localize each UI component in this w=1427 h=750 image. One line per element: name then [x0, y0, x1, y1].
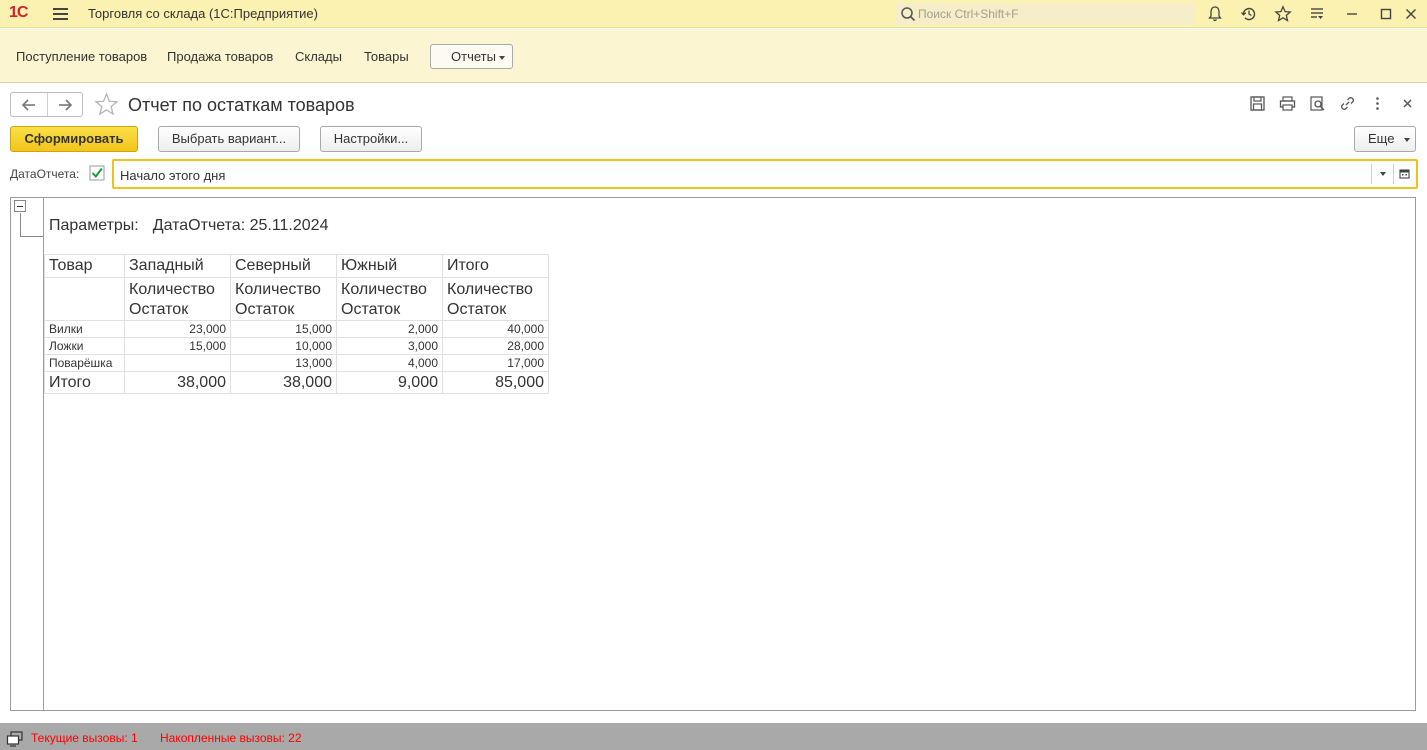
row-value: 4,000 — [336, 354, 443, 372]
navigation-buttons — [10, 92, 83, 117]
table-measure-row: Количество Остаток Количество Остаток Коли… — [44, 277, 549, 321]
search-placeholder: Поиск Ctrl+Shift+F — [918, 7, 1019, 21]
current-calls-status: Текущие вызовы: 1 — [31, 731, 138, 745]
measure-header: Количество Остаток — [124, 277, 231, 321]
report-date-checkbox[interactable] — [89, 165, 105, 181]
total-value: 9,000 — [336, 371, 443, 394]
report-date-label: ДатаОтчета: — [10, 167, 80, 181]
table-row: Ложки 15,000 10,000 3,000 28,000 — [44, 337, 549, 355]
row-value: 17,000 — [442, 354, 549, 372]
table-row: Поварёшка 13,000 4,000 17,000 — [44, 354, 549, 372]
row-value: 40,000 — [442, 320, 549, 338]
menu-item-goods[interactable]: Товары — [364, 49, 409, 64]
chevron-down-icon — [1404, 138, 1410, 142]
main-menu-icon[interactable] — [53, 8, 68, 20]
settings-button[interactable]: Настройки... — [320, 126, 422, 152]
form-title: Отчет по остаткам товаров — [128, 95, 355, 115]
measure-header: Количество Остаток — [442, 277, 549, 321]
save-icon[interactable] — [1249, 95, 1266, 112]
close-form-icon[interactable] — [1399, 95, 1416, 112]
bell-icon[interactable] — [1206, 5, 1224, 23]
row-value: 13,000 — [230, 354, 337, 372]
report-date-field[interactable]: Начало этого дня — [112, 159, 1418, 189]
minimize-icon[interactable] — [1343, 5, 1361, 23]
menu-item-goods-receipt[interactable]: Поступление товаров — [16, 49, 147, 64]
forward-arrow-icon[interactable] — [57, 98, 73, 112]
header-warehouse-south: Южный — [336, 254, 443, 278]
row-value: 23,000 — [124, 320, 231, 338]
favorites-star-icon[interactable] — [1274, 5, 1292, 23]
row-value: 2,000 — [336, 320, 443, 338]
table-header-row: Товар Западный Северный Южный Итого — [44, 254, 549, 278]
report-date-value: Начало этого дня — [120, 168, 226, 183]
more-button[interactable]: Еще — [1354, 126, 1416, 152]
row-value: 3,000 — [336, 337, 443, 355]
params-label: Параметры: — [49, 217, 139, 234]
close-window-icon[interactable] — [1402, 5, 1420, 23]
more-actions-icon[interactable] — [1369, 95, 1386, 112]
table-row: Вилки 23,000 15,000 2,000 40,000 — [44, 320, 549, 338]
header-product: Товар — [44, 254, 125, 278]
print-icon[interactable] — [1279, 95, 1296, 112]
row-product-name: Вилки — [44, 320, 125, 338]
search-field[interactable]: Поиск Ctrl+Shift+F — [895, 3, 1195, 25]
total-value: 85,000 — [442, 371, 549, 394]
accumulated-calls-status: Накопленные вызовы: 22 — [160, 731, 302, 745]
menu-item-goods-sale[interactable]: Продажа товаров — [167, 49, 273, 64]
status-bar: Текущие вызовы: 1 Накопленные вызовы: 22 — [0, 723, 1427, 750]
maximize-icon[interactable] — [1377, 5, 1395, 23]
title-bar: 1С Торговля со склада (1С:Предприятие) П… — [0, 0, 1427, 28]
dropdown-chevron-icon[interactable] — [1380, 172, 1386, 176]
window-title: Торговля со склада (1С:Предприятие) — [88, 6, 318, 21]
row-value: 10,000 — [230, 337, 337, 355]
row-value: 15,000 — [124, 337, 231, 355]
back-arrow-icon[interactable] — [21, 98, 37, 112]
search-icon — [901, 7, 916, 22]
header-warehouse-north: Северный — [230, 254, 337, 278]
history-icon[interactable] — [1240, 5, 1258, 23]
windows-list-icon[interactable] — [6, 731, 24, 747]
calendar-icon[interactable] — [1399, 168, 1410, 179]
settings-menu-icon[interactable] — [1308, 5, 1326, 23]
header-warehouse-west: Западный — [124, 254, 231, 278]
reports-dropdown-button[interactable]: Отчеты — [430, 44, 513, 69]
row-value: 15,000 — [230, 320, 337, 338]
row-product-name: Поварёшка — [44, 354, 125, 372]
chevron-down-icon — [499, 56, 505, 60]
add-to-favorites-star-icon[interactable] — [94, 92, 119, 117]
section-menu-bar: Поступление товаров Продажа товаров Скла… — [0, 29, 1427, 83]
total-value: 38,000 — [124, 371, 231, 394]
menu-item-warehouses[interactable]: Склады — [295, 49, 342, 64]
reports-label: Отчеты — [451, 49, 496, 64]
row-value: 28,000 — [442, 337, 549, 355]
app-logo: 1С — [9, 4, 28, 21]
choose-variant-button[interactable]: Выбрать вариант... — [158, 126, 300, 152]
row-product-name: Ложки — [44, 337, 125, 355]
link-icon[interactable] — [1339, 95, 1356, 112]
report-spreadsheet[interactable]: Параметры: ДатаОтчета: 25.11.2024 Товар З… — [10, 197, 1416, 711]
table-total-row: Итого 38,000 38,000 9,000 85,000 — [44, 371, 549, 394]
more-label: Еще — [1368, 131, 1395, 146]
total-label: Итого — [44, 371, 125, 394]
header-total: Итого — [442, 254, 549, 278]
report-table: Товар Западный Северный Южный Итого Коли… — [44, 254, 549, 394]
measure-header: Количество Остаток — [230, 277, 337, 321]
generate-button[interactable]: Сформировать — [10, 126, 138, 152]
grouping-gutter — [11, 198, 44, 710]
row-value — [124, 354, 231, 372]
report-parameters: Параметры: ДатаОтчета: 25.11.2024 — [49, 217, 328, 235]
preview-icon[interactable] — [1309, 95, 1326, 112]
measure-header: Количество Остаток — [336, 277, 443, 321]
collapse-group-icon[interactable] — [14, 200, 26, 212]
total-value: 38,000 — [230, 371, 337, 394]
params-value: ДатаОтчета: 25.11.2024 — [152, 217, 329, 234]
